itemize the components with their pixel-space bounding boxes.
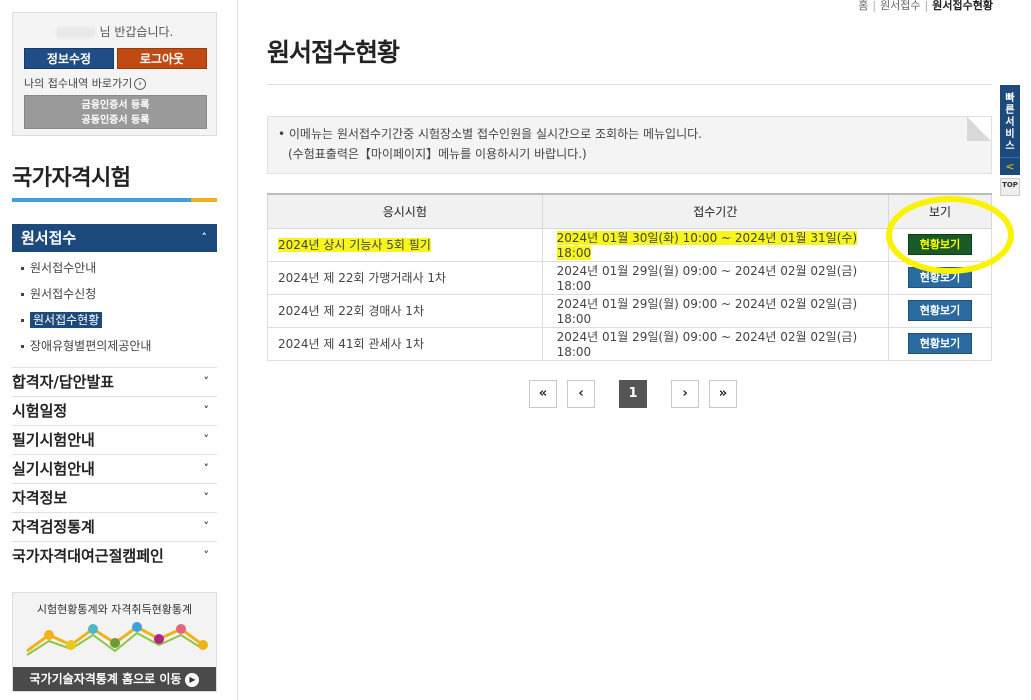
statistics-home-link[interactable]: 국가기술자격통계 홈으로 이동 ▶ (13, 667, 216, 691)
my-applications-link[interactable]: 나의 접수내역 바로가기 › (24, 75, 147, 91)
application-period: 2024년 01월 29일(월) 09:00 ~ 2024년 02월 02일(금… (541, 326, 890, 361)
prev-page-button[interactable]: ‹ (567, 380, 595, 408)
yellow-circle-annotation (886, 196, 1014, 274)
table-row: 2024년 제 41회 관세사 1차 2024년 01월 29일(월) 09:0… (267, 326, 992, 361)
menu-practical-exam[interactable]: 실기시험안내 ˅ (12, 454, 217, 483)
breadcrumb-application[interactable]: 원서접수 (880, 0, 920, 12)
page-title: 원서접수현황 (267, 38, 400, 67)
pagination: « ‹ 1 › » (529, 380, 737, 408)
breadcrumb: 홈 | 원서접수 | 원서접수현황 (858, 0, 993, 12)
chevron-left-icon[interactable]: < (1000, 157, 1020, 175)
header-period: 접수기간 (541, 193, 890, 229)
chevron-up-icon: ˄ (201, 231, 208, 244)
breadcrumb-home[interactable]: 홈 (858, 0, 868, 12)
certificate-register-button[interactable]: 금융인증서 등록 공동인증서 등록 (24, 95, 207, 129)
left-sidebar: 님 반갑습니다. 정보수정 로그아웃 나의 접수내역 바로가기 › 금융인증서 등… (0, 0, 238, 700)
chevron-down-icon: ˅ (203, 462, 210, 475)
scroll-top-button[interactable]: TOP (1000, 178, 1020, 196)
chevron-down-icon: ˅ (203, 375, 210, 388)
edit-profile-button[interactable]: 정보수정 (24, 48, 114, 69)
menu-statistics[interactable]: 자격검정통계 ˅ (12, 512, 217, 541)
exam-name: 2024년 제 22회 가맹거래사 1차 (267, 260, 543, 295)
breadcrumb-current: 원서접수현황 (932, 0, 993, 12)
view-cell: 현황보기 (888, 293, 992, 328)
logout-button[interactable]: 로그아웃 (117, 48, 207, 69)
greeting-text: 님 반갑습니다. (99, 25, 174, 39)
statistics-banner[interactable]: 시험현황통계와 자격취득현황통계 국가기술자격통계 홈으로 이동 ▶ (12, 592, 217, 692)
play-icon: ▶ (185, 672, 200, 687)
title-divider (267, 84, 992, 85)
last-page-button[interactable]: » (709, 380, 737, 408)
notice-box: • 이메뉴는 원서접수기간중 시험장소별 접수인원을 실시간으로 조회하는 메뉴… (267, 116, 992, 174)
menu-application-label: 원서접수 (21, 229, 77, 247)
quick-service-char: 서 (1005, 117, 1015, 128)
menu-application[interactable]: 원서접수 ˄ (12, 224, 217, 252)
menu-qualification-info[interactable]: 자격정보 ˅ (12, 483, 217, 512)
notice-line-1: • 이메뉴는 원서접수기간중 시험장소별 접수인원을 실시간으로 조회하는 메뉴… (278, 127, 702, 141)
chevron-down-icon: ˅ (203, 520, 210, 533)
menu-written-exam[interactable]: 필기시험안내 ˅ (12, 425, 217, 454)
notice-line-2: (수험표출력은【마이페이지】메뉴를 이용하시기 바랍니다.) (288, 147, 587, 161)
financial-cert-label: 금융인증서 등록 (81, 100, 150, 111)
chevron-down-icon: ˅ (203, 433, 210, 446)
table-row: 2024년 상시 기능사 5회 필기 2024년 01월 30일(화) 10:0… (267, 227, 992, 262)
application-period: 2024년 01월 30일(화) 10:00 ~ 2024년 01월 31일(수… (541, 227, 890, 262)
menu-results[interactable]: 합격자/답안발표 ˅ (12, 367, 217, 396)
page-1-button[interactable]: 1 (619, 380, 647, 408)
exam-status-table: 응시시험 접수기간 보기 2024년 상시 기능사 5회 필기 2024년 01… (267, 193, 992, 361)
first-page-button[interactable]: « (529, 380, 557, 408)
greeting: 님 반갑습니다. (13, 23, 216, 40)
submenu-item-accessibility[interactable]: 장애유형별편의제공안내 (18, 338, 217, 364)
table-row: 2024년 제 22회 경매사 1차 2024년 01월 29일(월) 09:0… (267, 293, 992, 328)
view-status-button[interactable]: 현황보기 (908, 333, 973, 354)
menu-list: 합격자/답안발표 ˅ 시험일정 ˅ 필기시험안내 ˅ 실기시험안내 ˅ 자격정보 ˅ 자격… (12, 367, 217, 570)
submenu-item-status[interactable]: 원서접수현황 (18, 312, 217, 338)
quick-service-char: 른 (1005, 105, 1015, 116)
chevron-down-icon: ˅ (203, 549, 210, 562)
page-fold-decoration (967, 117, 991, 141)
chevron-down-icon: ˅ (203, 404, 210, 417)
login-box: 님 반갑습니다. 정보수정 로그아웃 나의 접수내역 바로가기 › 금융인증서 등… (12, 12, 217, 136)
statistics-banner-title: 시험현황통계와 자격취득현황통계 (36, 603, 193, 616)
header-exam: 응시시험 (267, 193, 543, 229)
table-header-row: 응시시험 접수기간 보기 (267, 193, 992, 229)
chevron-down-icon: ˅ (203, 491, 210, 504)
statistics-home-label: 국가기술자격통계 홈으로 이동 (29, 672, 182, 686)
menu-campaign[interactable]: 국가자격대여근절캠페인 ˅ (12, 541, 217, 570)
application-period: 2024년 01월 29일(월) 09:00 ~ 2024년 02월 02일(금… (541, 260, 890, 295)
quick-service-char: 스 (1005, 141, 1015, 152)
application-period: 2024년 01월 29일(월) 09:00 ~ 2024년 02월 02일(금… (541, 293, 890, 328)
exam-name: 2024년 상시 기능사 5회 필기 (267, 227, 543, 262)
title-underline (12, 198, 217, 202)
table-row: 2024년 제 22회 가맹거래사 1차 2024년 01월 29일(월) 09… (267, 260, 992, 295)
section-title: 국가자격시험 (12, 166, 131, 191)
user-name-redacted (55, 27, 96, 38)
exam-name: 2024년 제 41회 관세사 1차 (267, 326, 543, 361)
quick-service-tab[interactable]: 빠른서비스 (1000, 85, 1020, 157)
view-status-button[interactable]: 현황보기 (908, 300, 973, 321)
next-page-button[interactable]: › (671, 380, 699, 408)
submenu-item-apply[interactable]: 원서접수신청 (18, 286, 217, 312)
submenu: 원서접수안내 원서접수신청 원서접수현황 장애유형별편의제공안내 (18, 260, 217, 364)
quick-service-char: 빠 (1005, 93, 1015, 104)
arrow-right-icon: › (134, 78, 147, 90)
exam-name: 2024년 제 22회 경매사 1차 (267, 293, 543, 328)
menu-schedule[interactable]: 시험일정 ˅ (12, 396, 217, 425)
submenu-item-guide[interactable]: 원서접수안내 (18, 260, 217, 286)
my-applications-label: 나의 접수내역 바로가기 (24, 77, 133, 90)
joint-cert-label: 공동인증서 등록 (81, 115, 150, 126)
quick-service-char: 비 (1005, 129, 1015, 140)
statistics-graph-icon (26, 622, 208, 656)
view-cell: 현황보기 (888, 326, 992, 361)
